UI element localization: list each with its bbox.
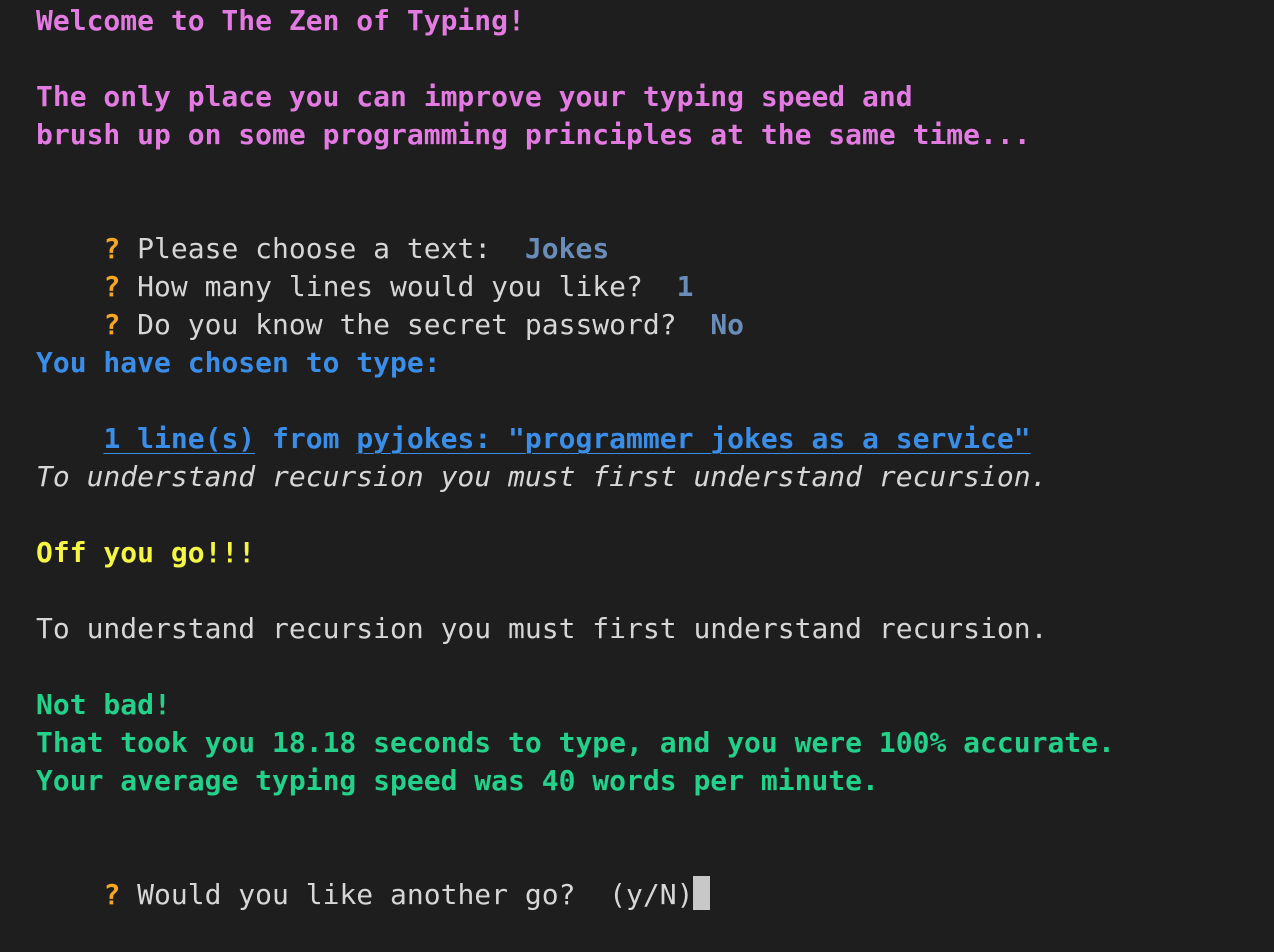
text-cursor[interactable]: [693, 876, 711, 910]
question-mark-icon: ?: [103, 308, 121, 341]
typed-text: To understand recursion you must first u…: [36, 612, 1048, 645]
prompt-question: Do you know the secret password?: [137, 308, 711, 341]
result-speed: Your average typing speed was 40 words p…: [36, 764, 879, 797]
terminal-output: Welcome to The Zen of Typing! The only p…: [36, 0, 1274, 911]
chosen-source-line: 1 line(s) from pyjokes: "programmer joke…: [36, 382, 1030, 455]
prompt-choose-text: ? Please choose a text: Jokes: [36, 192, 609, 265]
prompt-another-go[interactable]: ? Would you like another go? (y/N): [36, 838, 711, 911]
prompt-line-count: ? How many lines would you like? 1: [36, 230, 693, 303]
prompt-secret-password: ? Do you know the secret password? No: [36, 268, 744, 341]
source-link[interactable]: pyjokes: "programmer jokes as a service": [356, 422, 1030, 455]
tagline-line-2: brush up on some programming principles …: [36, 118, 1031, 151]
prompt-answer: No: [710, 308, 745, 341]
tagline-line-1: The only place you can improve your typi…: [36, 80, 913, 113]
prompt-question: Would you like another go? (y/N): [137, 878, 694, 911]
go-message: Off you go!!!: [36, 536, 256, 569]
result-time: That took you 18.18 seconds to type, and…: [36, 726, 1115, 759]
target-text: To understand recursion you must first u…: [36, 460, 1048, 493]
result-verdict: Not bad!: [36, 688, 171, 721]
chosen-heading: You have chosen to type:: [36, 346, 441, 379]
welcome-heading: Welcome to The Zen of Typing!: [36, 4, 525, 37]
from-text: from: [255, 422, 357, 455]
question-mark-icon: ?: [103, 878, 121, 911]
lines-link[interactable]: 1 line(s): [103, 422, 255, 455]
